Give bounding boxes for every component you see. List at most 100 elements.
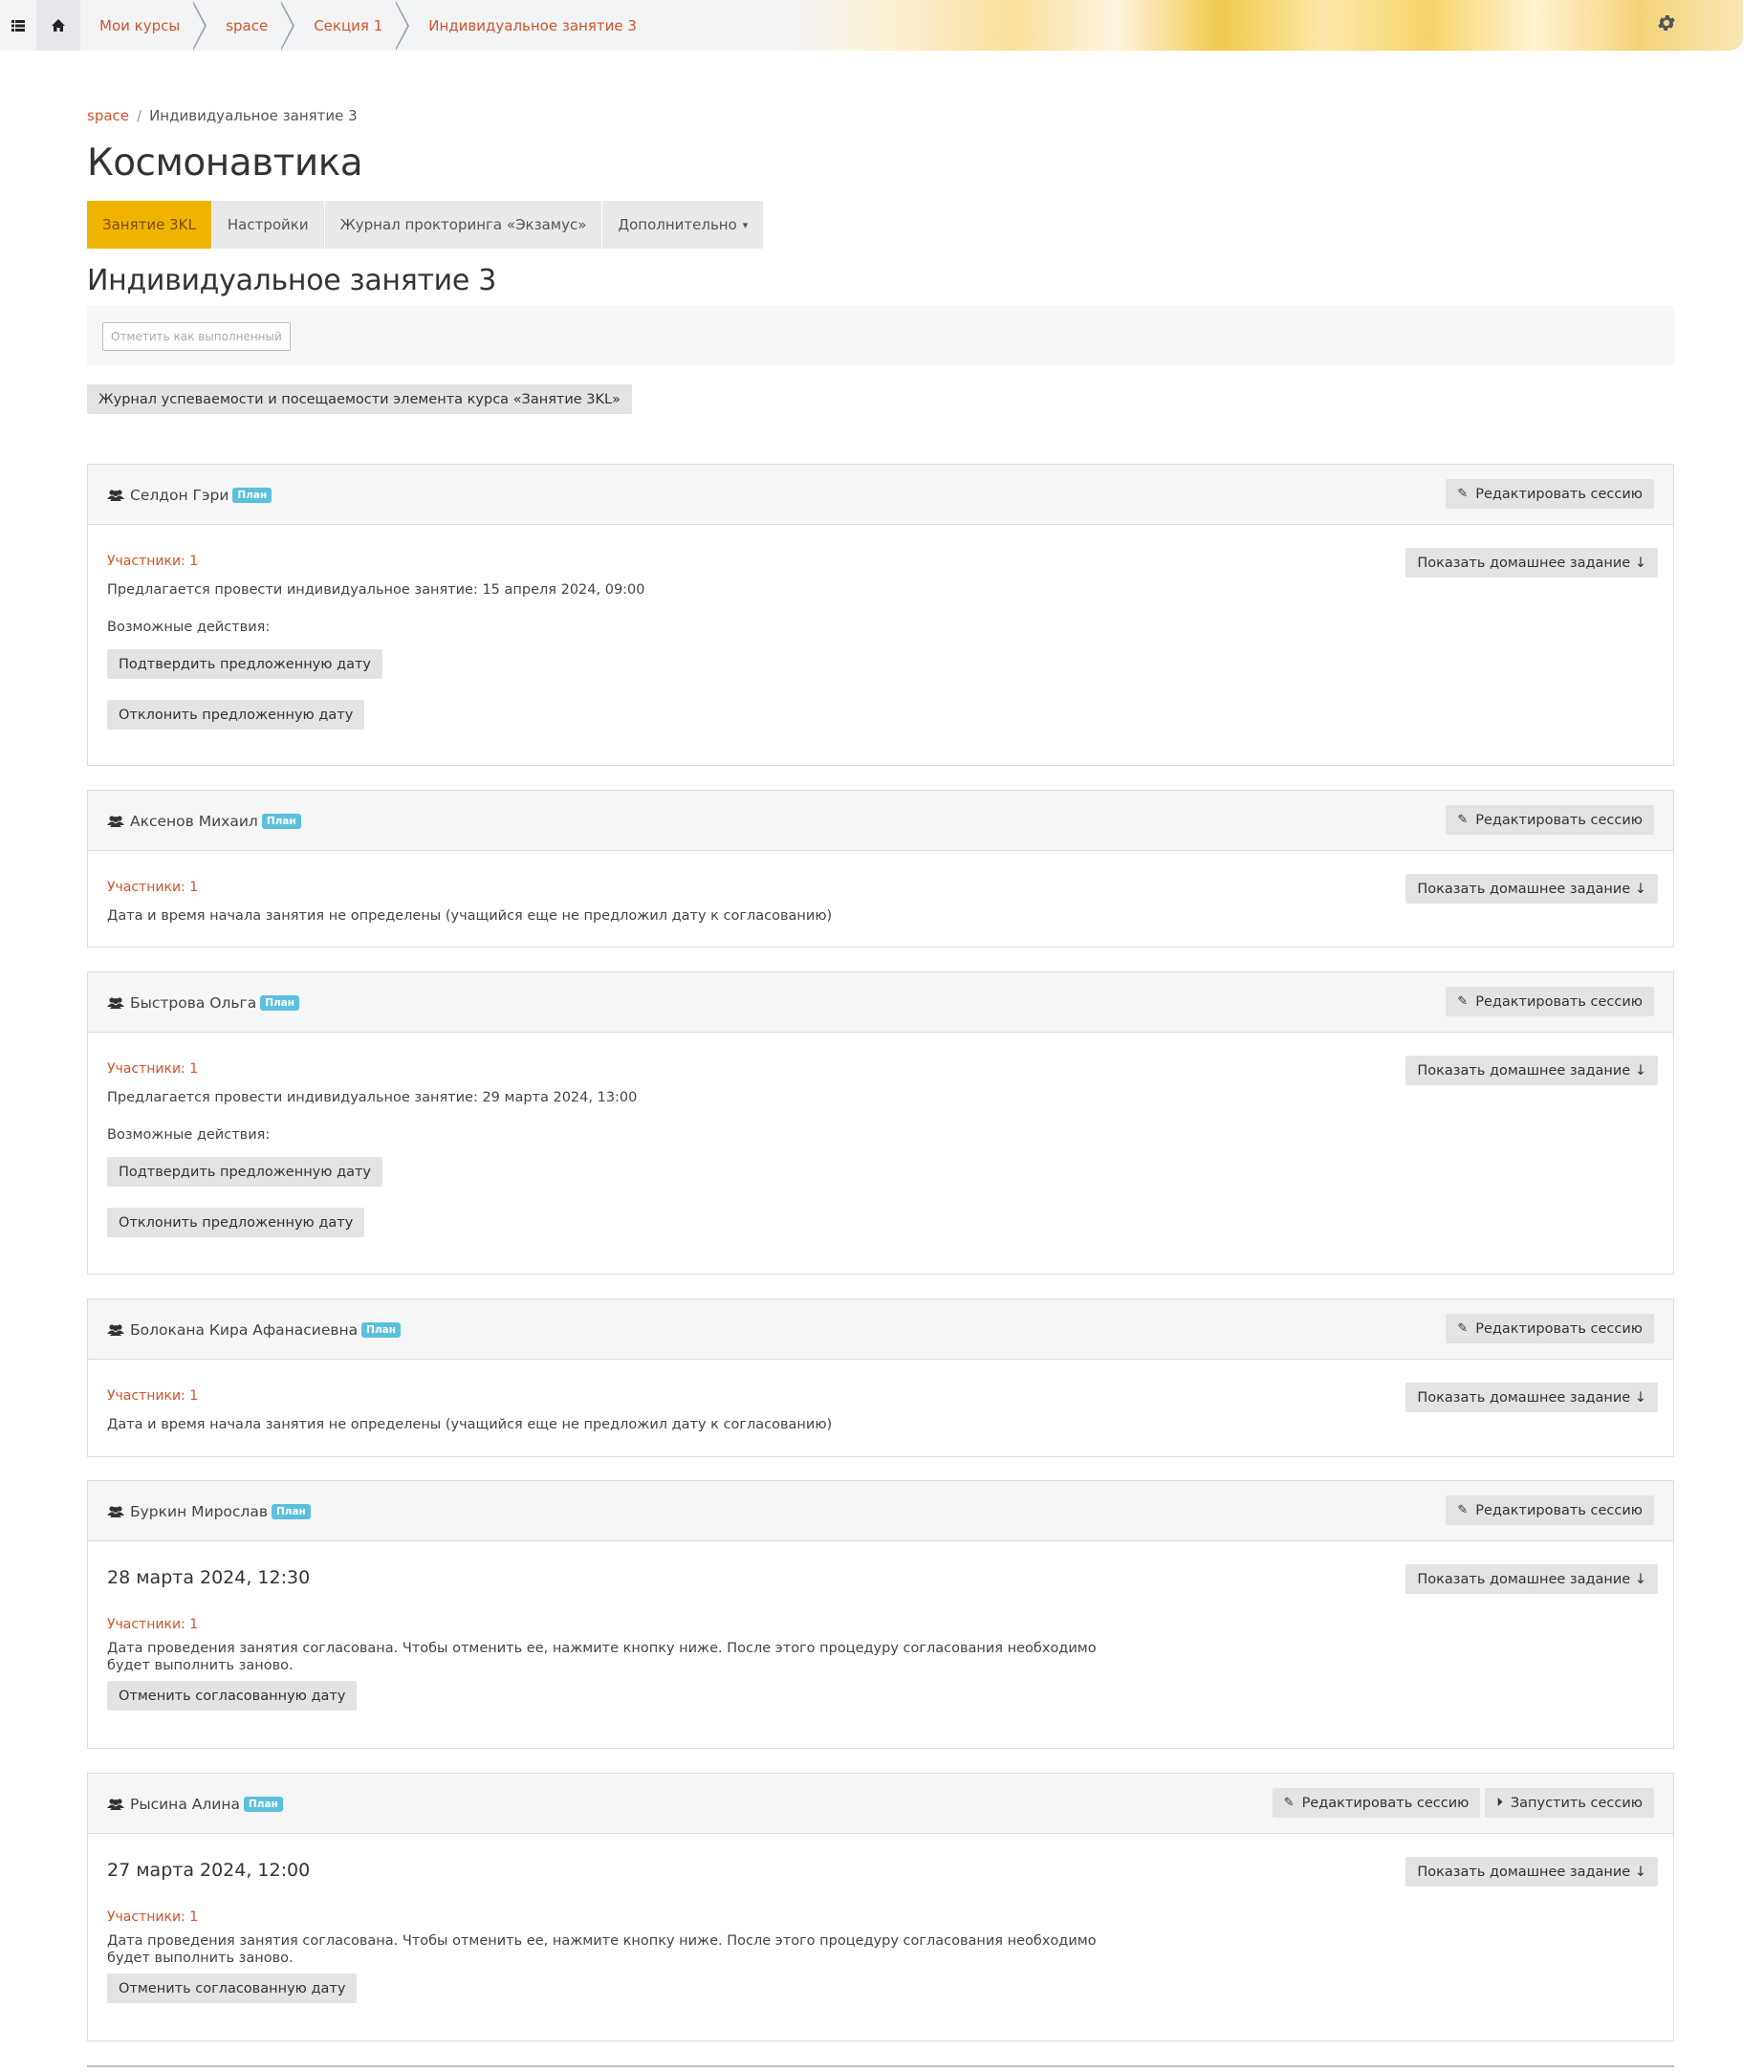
edit-session-button[interactable]: ✎ Редактировать сессию — [1446, 1314, 1654, 1343]
session-card: Быстрова Ольга План ✎ Редактировать сесси… — [87, 971, 1674, 1275]
cancel-agreed-date-button[interactable]: Отменить согласованную дату — [107, 1681, 358, 1711]
session-body: Показать домашнее задание ↓ Участники: 1… — [88, 1360, 1673, 1457]
users-icon — [107, 1798, 124, 1810]
student-name: Буркин Мирослав — [130, 1502, 268, 1520]
session-status-text: Дата и время начала занятия не определен… — [107, 1417, 833, 1432]
navbar-breadcrumb: Мои курсы space Секция 1 Индивидуальное … — [80, 0, 650, 51]
participants-count: Участники: 1 — [107, 1061, 199, 1077]
users-icon — [107, 489, 124, 501]
session-card: Болокана Кира Афанасиевна План ✎ Редактир… — [87, 1298, 1674, 1457]
top-navbar: Мои курсы space Секция 1 Индивидуальное … — [0, 0, 1743, 51]
plan-badge: План — [261, 813, 301, 829]
session-status-text: Дата проведения занятия согласована. Что… — [107, 1641, 1097, 1673]
session-student: Быстрова Ольга План — [107, 972, 300, 1033]
reject-date-button[interactable]: Отклонить предложенную дату — [107, 1208, 365, 1237]
edit-icon: ✎ — [1457, 487, 1469, 501]
course-title: Космонавтика — [87, 142, 363, 185]
divider — [87, 2065, 1674, 2067]
participants-count: Участники: 1 — [107, 1909, 199, 1925]
edit-icon: ✎ — [1457, 1321, 1469, 1336]
participants-count: Участники: 1 — [107, 880, 199, 895]
play-circle-icon: ⏵ — [1496, 1796, 1503, 1810]
tab-more-label: Дополнительно — [618, 216, 737, 233]
navbar-crumb-activity[interactable]: Индивидуальное занятие 3 — [409, 17, 650, 34]
users-icon — [107, 996, 124, 1009]
participants-count: Участники: 1 — [107, 1388, 199, 1404]
student-name: Рысина Алина — [130, 1795, 240, 1813]
navbar-crumb-space[interactable]: space — [207, 17, 281, 34]
edit-session-label: Редактировать сессию — [1475, 1320, 1643, 1337]
session-status-text: Дата и время начала занятия не определен… — [107, 908, 833, 924]
student-name: Быстрова Ольга — [130, 993, 257, 1012]
session-student: Болокана Кира Афанасиевна План — [107, 1299, 401, 1360]
session-header: Аксенов Михаил План ✎ Редактировать сесси… — [88, 791, 1673, 851]
tab-proctoring-log[interactable]: Журнал прокторинга «Экзамус» — [324, 201, 603, 249]
session-header: Рысина Алина План ✎ Редактировать сессию … — [88, 1774, 1673, 1834]
session-header: Буркин Мирослав План ✎ Редактировать сесс… — [88, 1481, 1673, 1541]
session-body: Показать домашнее задание ↓ Участники: 1… — [88, 525, 1673, 766]
show-homework-button[interactable]: Показать домашнее задание ↓ — [1405, 874, 1658, 904]
session-body: Показать домашнее задание ↓ 27 марта 202… — [88, 1834, 1673, 2041]
participants-count: Участники: 1 — [107, 1617, 199, 1632]
edit-session-button[interactable]: ✎ Редактировать сессию — [1446, 987, 1654, 1016]
edit-icon: ✎ — [1457, 813, 1469, 827]
list-icon[interactable] — [0, 0, 36, 51]
session-student: Аксенов Михаил План — [107, 791, 301, 851]
home-icon[interactable] — [36, 0, 80, 51]
users-icon — [107, 1323, 124, 1336]
student-name: Аксенов Михаил — [130, 812, 258, 830]
confirm-date-button[interactable]: Подтвердить предложенную дату — [107, 649, 383, 679]
session-status-text: Дата проведения занятия согласована. Что… — [107, 1933, 1097, 1966]
users-icon — [107, 815, 124, 827]
possible-actions-label: Возможные действия: — [107, 620, 271, 635]
session-status-text: Предлагается провести индивидуальное зан… — [107, 1090, 638, 1105]
tab-more[interactable]: Дополнительно ▾ — [602, 201, 765, 249]
plan-badge: План — [243, 1796, 283, 1812]
show-homework-button[interactable]: Показать домашнее задание ↓ — [1405, 1857, 1658, 1887]
edit-session-button[interactable]: ✎ Редактировать сессию — [1446, 479, 1654, 509]
session-student: Рысина Алина План — [107, 1774, 283, 1834]
users-icon — [107, 1505, 124, 1517]
cancel-agreed-date-button[interactable]: Отменить согласованную дату — [107, 1974, 358, 2003]
session-card: Селдон Гэри План ✎ Редактировать сессию П… — [87, 464, 1674, 766]
plan-badge: План — [232, 487, 272, 503]
edit-icon: ✎ — [1457, 994, 1469, 1009]
edit-session-button[interactable]: ✎ Редактировать сессию — [1446, 1495, 1654, 1525]
crumb-separator — [280, 0, 295, 51]
session-body: Показать домашнее задание ↓ 28 марта 202… — [88, 1541, 1673, 1749]
edit-session-button[interactable]: ✎ Редактировать сессию — [1446, 805, 1654, 835]
breadcrumb-link-space[interactable]: space — [87, 107, 129, 124]
plan-badge: План — [361, 1321, 401, 1338]
session-card: Буркин Мирослав План ✎ Редактировать сесс… — [87, 1480, 1674, 1749]
show-homework-button[interactable]: Показать домашнее задание ↓ — [1405, 1383, 1658, 1412]
mark-complete-button[interactable]: Отметить как выполненный — [102, 322, 291, 351]
edit-session-button[interactable]: ✎ Редактировать сессию — [1272, 1788, 1481, 1818]
student-name: Селдон Гэри — [130, 486, 229, 504]
session-header: Быстрова Ольга План ✎ Редактировать сесси… — [88, 972, 1673, 1033]
navbar-crumb-section[interactable]: Секция 1 — [294, 17, 396, 34]
breadcrumb-separator: / — [137, 107, 142, 124]
tab-lesson-3kl[interactable]: Занятие 3KL — [87, 201, 212, 249]
edit-icon: ✎ — [1283, 1796, 1295, 1810]
participants-count: Участники: 1 — [107, 554, 199, 569]
session-card: Аксенов Михаил План ✎ Редактировать сесси… — [87, 790, 1674, 948]
possible-actions-label: Возможные действия: — [107, 1127, 271, 1143]
navbar-crumb-my-courses[interactable]: Мои курсы — [80, 17, 193, 34]
show-homework-button[interactable]: Показать домашнее задание ↓ — [1405, 1564, 1658, 1594]
breadcrumb: space / Индивидуальное занятие 3 — [87, 107, 358, 124]
reject-date-button[interactable]: Отклонить предложенную дату — [107, 700, 365, 730]
show-homework-button[interactable]: Показать домашнее задание ↓ — [1405, 548, 1658, 578]
show-homework-button[interactable]: Показать домашнее задание ↓ — [1405, 1056, 1658, 1085]
crumb-separator — [192, 0, 207, 51]
start-session-button[interactable]: ⏵ Запустить сессию — [1485, 1788, 1654, 1818]
gear-icon[interactable] — [1652, 11, 1681, 40]
session-card: Рысина Алина План ✎ Редактировать сессию … — [87, 1773, 1674, 2041]
plan-badge: План — [260, 994, 300, 1011]
chevron-down-icon: ▾ — [742, 218, 749, 231]
edit-session-label: Редактировать сессию — [1301, 1795, 1470, 1811]
tab-settings[interactable]: Настройки — [211, 201, 325, 249]
completion-panel — [87, 306, 1674, 365]
session-status-text: Предлагается провести индивидуальное зан… — [107, 582, 645, 598]
grade-journal-button[interactable]: Журнал успеваемости и посещаемости элеме… — [87, 384, 632, 414]
confirm-date-button[interactable]: Подтвердить предложенную дату — [107, 1157, 383, 1187]
